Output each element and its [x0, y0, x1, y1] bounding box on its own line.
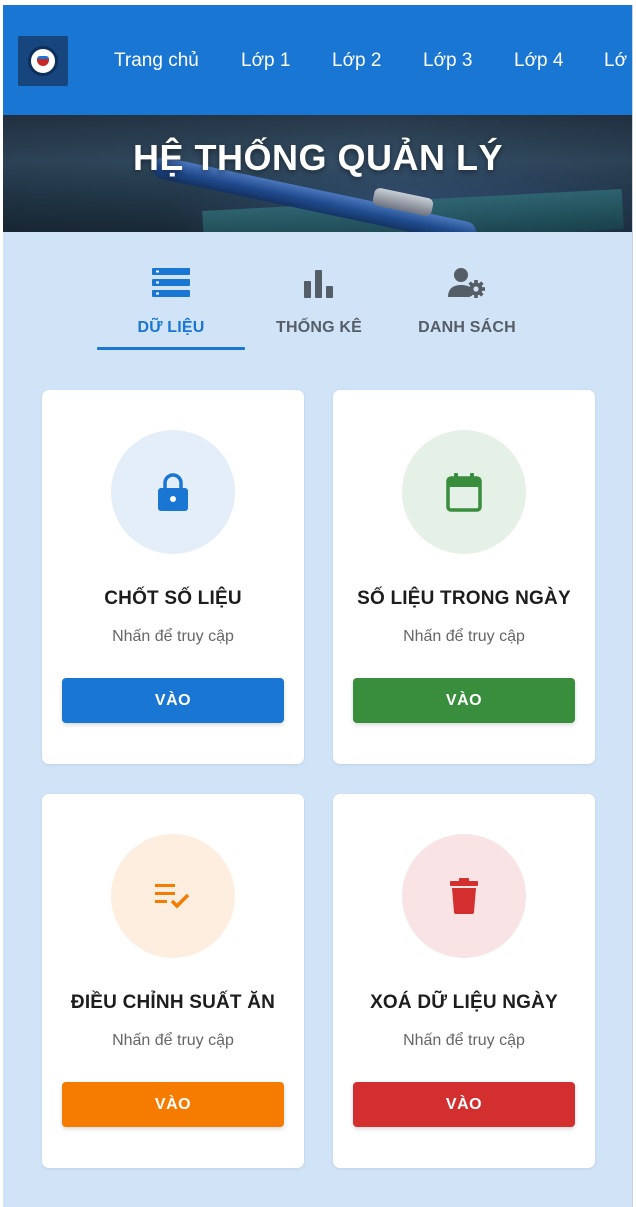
nav-class-4[interactable]: Lớp 4 [514, 49, 563, 73]
nav-class-1[interactable]: Lớp 1 [241, 49, 290, 73]
card-adjust-meals[interactable]: ĐIỀU CHỈNH SUẤT ĂN Nhấn để truy cập VÀO [42, 794, 304, 1168]
trash-icon [450, 878, 478, 914]
enter-button[interactable]: VÀO [353, 678, 575, 723]
tab-data[interactable]: DỮ LIỆU [97, 263, 245, 351]
enter-button[interactable]: VÀO [62, 678, 284, 723]
card-subtitle: Nhấn để truy cập [403, 1032, 525, 1049]
nav-home[interactable]: Trang chủ [114, 49, 199, 73]
card-title: ĐIỀU CHỈNH SUẤT ĂN [70, 992, 276, 1013]
page-title: HỆ THỐNG QUẢN LÝ [132, 137, 503, 178]
active-tab-indicator [97, 347, 245, 350]
card-subtitle: Nhấn để truy cập [112, 628, 234, 645]
tab-statistics[interactable]: THỐNG KÊ [245, 263, 393, 351]
bar-chart-icon [299, 263, 339, 303]
card-subtitle: Nhấn để truy cập [112, 1032, 234, 1049]
nav-class-5-partial[interactable]: Lớ [604, 49, 627, 73]
card-icon-circle [402, 834, 526, 958]
card-title: CHỐT SỐ LIỆU [104, 588, 242, 609]
tab-list[interactable]: DANH SÁCH [393, 263, 541, 351]
tab-data-label: DỮ LIỆU [137, 319, 205, 336]
school-logo[interactable] [18, 36, 68, 86]
playlist-check-icon [155, 884, 190, 909]
card-lock-data[interactable]: CHỐT SỐ LIỆU Nhấn để truy cập VÀO [42, 390, 304, 764]
card-title: SỐ LIỆU TRONG NGÀY [357, 588, 571, 609]
lock-icon [158, 473, 188, 511]
nav-class-3[interactable]: Lớp 3 [423, 49, 472, 73]
app-frame: Trang chủ Lớp 1 Lớp 2 Lớp 3 Lớp 4 Lớ HỆ … [3, 5, 633, 1207]
enter-button[interactable]: VÀO [62, 1082, 284, 1127]
card-delete-daily-data[interactable]: XOÁ DỮ LIỆU NGÀY Nhấn để truy cập VÀO [333, 794, 595, 1168]
top-navbar: Trang chủ Lớp 1 Lớp 2 Lớp 3 Lớp 4 Lớ [3, 5, 632, 115]
calendar-icon [446, 473, 482, 512]
tab-statistics-label: THỐNG KÊ [275, 319, 363, 336]
card-icon-circle [111, 430, 235, 554]
card-subtitle: Nhấn để truy cập [403, 628, 525, 645]
nav-class-2[interactable]: Lớp 2 [332, 49, 381, 73]
card-title: XOÁ DỮ LIỆU NGÀY [370, 992, 558, 1013]
school-emblem-icon [28, 46, 58, 76]
enter-button[interactable]: VÀO [353, 1082, 575, 1127]
hero-banner: HỆ THỐNG QUẢN LÝ [3, 115, 632, 232]
card-icon-circle [402, 430, 526, 554]
list-icon [151, 263, 191, 303]
card-daily-data[interactable]: SỐ LIỆU TRONG NGÀY Nhấn để truy cập VÀO [333, 390, 595, 764]
user-settings-icon [447, 263, 487, 303]
tab-list-label: DANH SÁCH [418, 319, 516, 336]
card-icon-circle [111, 834, 235, 958]
